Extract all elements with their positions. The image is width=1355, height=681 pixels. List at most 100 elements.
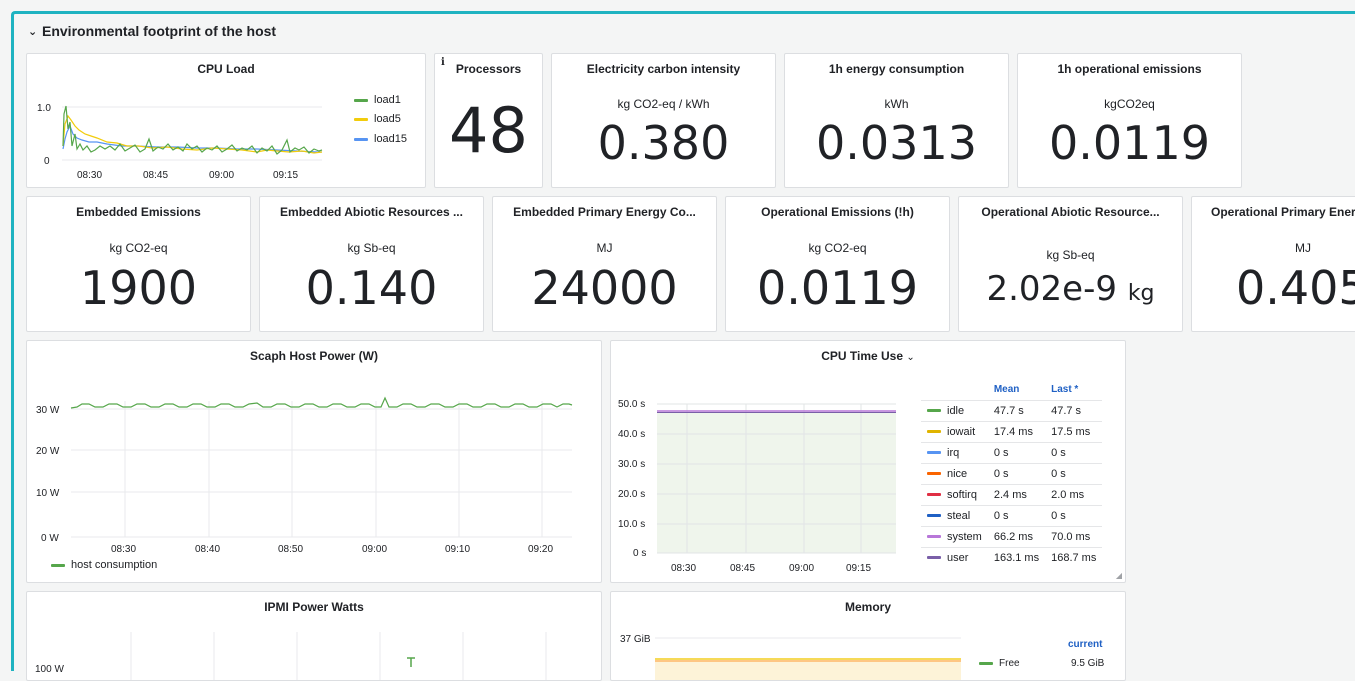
legend-label: nice (947, 467, 968, 480)
legend-column-header[interactable]: Mean (988, 379, 1045, 400)
legend-mean: 17.4 ms (987, 420, 1046, 442)
stat-suffix: kg (1127, 281, 1155, 306)
x-tick: 08:40 (195, 544, 220, 555)
legend-row[interactable]: softirq 2.4 ms 2.0 ms (921, 483, 1103, 505)
x-tick: 08:45 (730, 563, 755, 574)
legend-label: steal (947, 509, 971, 522)
resize-handle-icon[interactable]: ◢ (1116, 571, 1122, 580)
cpu-time-chart[interactable]: 50.0 s 40.0 s 30.0 s 20.0 s 10.0 s 0 s 0… (611, 341, 911, 583)
host-power-panel[interactable]: Scaph Host Power (W) 30 W 20 W 10 W 0 W … (26, 340, 602, 583)
legend-swatch (927, 493, 941, 497)
y-tick: 20.0 s (618, 489, 645, 500)
x-tick: 09:15 (273, 170, 298, 181)
legend-row[interactable]: idle 47.7 s 47.7 s (921, 399, 1103, 421)
legend-label: irq (947, 446, 960, 459)
x-tick: 08:50 (278, 544, 303, 555)
legend-row[interactable]: irq 0 s0 s (921, 441, 1103, 463)
legend-last: 0 s (1045, 441, 1103, 463)
x-tick: 08:30 (111, 544, 136, 555)
legend-item-load1[interactable]: load1 (354, 94, 401, 106)
y-tick: 50.0 s (618, 399, 645, 410)
stat-unit: kg Sb-eq (1046, 248, 1095, 262)
legend-last: 2.0 ms (1045, 483, 1103, 505)
x-tick: 09:15 (846, 563, 871, 574)
y-tick: 30 W (36, 405, 60, 416)
legend-last: 168.7 ms (1045, 546, 1103, 568)
legend-header-spacer (921, 379, 988, 400)
legend-label: idle (947, 404, 965, 417)
stat-unit: kWh (884, 97, 909, 111)
operational-abiotic-panel[interactable]: Operational Abiotic Resource... kg Sb-eq… (958, 196, 1183, 332)
legend-row[interactable]: nice 0 s0 s (921, 462, 1103, 484)
panel-title: 1h energy consumption (828, 62, 965, 76)
cpu-load-chart[interactable]: 1.0 0 08:30 08:45 09:00 09:15 (27, 54, 347, 188)
panel-title: Operational Emissions (!h) (761, 205, 914, 219)
x-tick: 09:10 (445, 544, 470, 555)
stat-unit: kgCO2eq (1104, 97, 1155, 111)
panel-title: Electricity carbon intensity (586, 62, 741, 76)
stat-value: 48 (449, 94, 528, 167)
legend-swatch (979, 662, 993, 665)
legend-column-header[interactable]: current (1068, 639, 1102, 650)
x-tick: 09:00 (789, 563, 814, 574)
legend-swatch (927, 409, 941, 413)
legend-swatch (354, 137, 368, 141)
legend-item-load15[interactable]: load15 (354, 133, 407, 145)
processors-panel[interactable]: i Processors 48 (434, 53, 543, 188)
legend-item-load5[interactable]: load5 (354, 113, 401, 125)
embedded-abiotic-panel[interactable]: Embedded Abiotic Resources ... kg Sb-eq … (259, 196, 484, 332)
y-tick: 100 W (35, 664, 64, 675)
stat-unit: kg CO2-eq (808, 241, 867, 255)
legend-row[interactable]: iowait 17.4 ms 17.5 ms (921, 420, 1103, 442)
embedded-emissions-panel[interactable]: Embedded Emissions kg CO2-eq 1900 (26, 196, 251, 332)
legend-mean: 163.1 ms (987, 546, 1046, 568)
ipmi-power-panel[interactable]: IPMI Power Watts 100 W (26, 591, 602, 681)
legend-mean: 0 s (987, 504, 1046, 526)
y-tick: 0 s (633, 548, 646, 559)
y-tick: 10.0 s (618, 519, 645, 530)
emissions-1h-panel[interactable]: 1h operational emissions kgCO2eq 0.0119 (1017, 53, 1242, 188)
legend-row[interactable]: system 66.2 ms 70.0 ms (921, 525, 1103, 547)
legend-item-host-consumption[interactable]: host consumption (51, 559, 157, 571)
legend-swatch (354, 98, 368, 102)
x-tick: 09:00 (209, 170, 234, 181)
embedded-primary-energy-panel[interactable]: Embedded Primary Energy Co... MJ 24000 (492, 196, 717, 332)
legend-swatch (927, 430, 941, 434)
legend-item-free[interactable]: Free (979, 658, 1020, 669)
legend-last: 17.5 ms (1045, 420, 1103, 442)
legend-column-header[interactable]: Last * (1045, 379, 1102, 400)
memory-chart[interactable]: 37 GiB (611, 592, 971, 681)
legend-mean: 2.4 ms (987, 483, 1046, 505)
stat-value: 0.0313 (816, 116, 977, 170)
stat-unit: MJ (1295, 241, 1311, 255)
cpu-time-panel[interactable]: CPU Time Use ⌄ 50.0 s 40.0 s 30.0 s 20.0… (610, 340, 1126, 583)
carbon-intensity-panel[interactable]: Electricity carbon intensity kg CO2-eq /… (551, 53, 776, 188)
legend-row[interactable]: user 163.1 ms 168.7 ms (921, 546, 1103, 568)
legend-last: 70.0 ms (1045, 525, 1103, 547)
legend-mean: 0 s (987, 462, 1046, 484)
stat-unit: kg CO2-eq / kWh (617, 97, 710, 111)
cpu-load-panel[interactable]: CPU Load 1.0 0 08:30 08:45 09:00 09:15 l… (26, 53, 426, 188)
legend-label: user (947, 551, 969, 564)
legend-swatch (51, 563, 65, 567)
ipmi-power-chart[interactable]: 100 W (27, 592, 602, 681)
legend-mean: 47.7 s (987, 399, 1046, 421)
x-tick: 08:30 (671, 563, 696, 574)
memory-panel[interactable]: Memory 37 GiB current Free 9.5 GiB (610, 591, 1126, 681)
legend-swatch (927, 472, 941, 476)
stat-unit: MJ (596, 241, 613, 255)
legend-row[interactable]: steal 0 s0 s (921, 504, 1103, 526)
energy-1h-panel[interactable]: 1h energy consumption kWh 0.0313 (784, 53, 1009, 188)
legend-label: host consumption (71, 559, 158, 571)
x-tick: 09:00 (362, 544, 387, 555)
host-power-chart[interactable]: 30 W 20 W 10 W 0 W 08:30 08:40 08:50 09:… (27, 341, 602, 583)
legend-value: 9.5 GiB (1071, 658, 1105, 669)
legend-swatch (927, 451, 941, 455)
operational-primary-energy-panel[interactable]: Operational Primary Ener MJ 0.405 (1191, 196, 1355, 332)
legend-mean: 66.2 ms (987, 525, 1046, 547)
operational-emissions-panel[interactable]: Operational Emissions (!h) kg CO2-eq 0.0… (725, 196, 950, 332)
legend-label: iowait (947, 425, 976, 438)
row-header[interactable]: ⌄ Environmental footprint of the host (28, 20, 276, 42)
legend-last: 47.7 s (1045, 399, 1103, 421)
chevron-down-icon: ⌄ (28, 25, 38, 38)
